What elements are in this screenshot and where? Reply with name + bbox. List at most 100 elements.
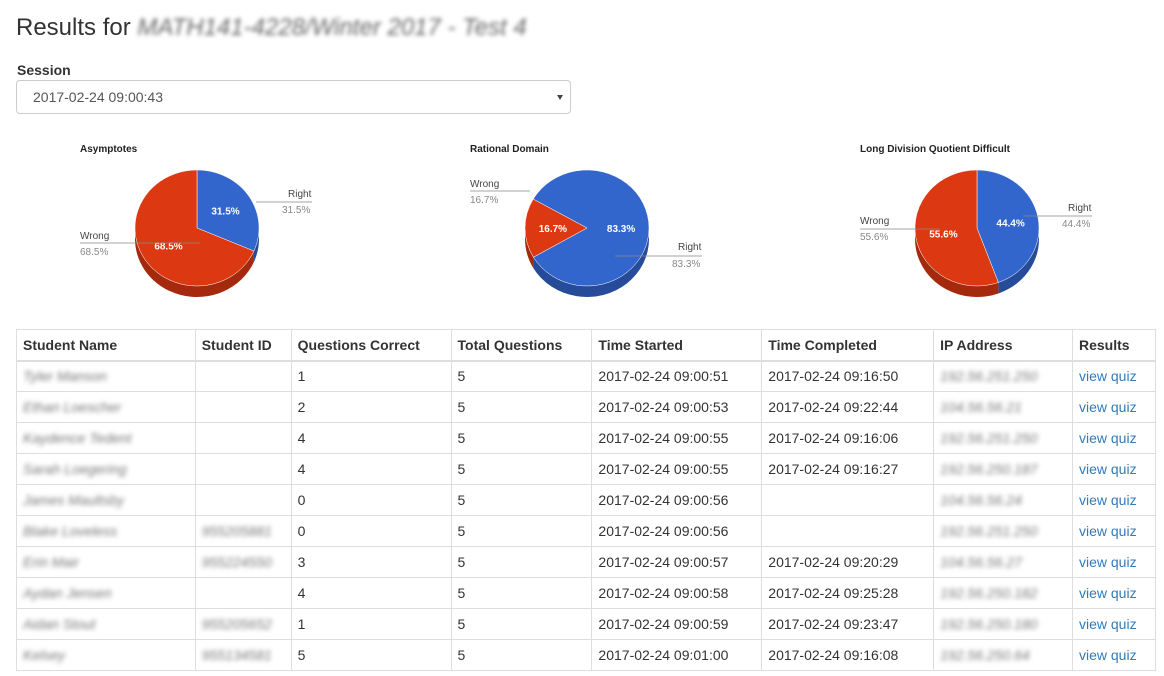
results-cell: view quiz bbox=[1072, 608, 1156, 640]
chart-title: Asymptotes bbox=[80, 144, 138, 155]
student-id-cell bbox=[194, 577, 292, 609]
time-completed-value: 2017-02-24 09:23:47 bbox=[768, 616, 899, 632]
total-questions-cell: 5 bbox=[450, 546, 593, 578]
questions-correct-cell: 1 bbox=[290, 608, 452, 640]
student-id-cell bbox=[194, 391, 292, 423]
col-results-header: Results bbox=[1072, 329, 1156, 362]
pie-chart-asymptotes: Asymptotes31.5%Right31.5%68.5%Wrong68.5% bbox=[80, 144, 312, 297]
session-selected-value: 2017-02-24 09:00:43 bbox=[33, 89, 163, 105]
student-id-value: 955205881 bbox=[201, 523, 272, 539]
view-quiz-link[interactable]: view quiz bbox=[1079, 616, 1137, 632]
total-questions-value: 5 bbox=[457, 554, 466, 570]
total-questions-cell: 5 bbox=[450, 608, 593, 640]
ip-address-cell: 192.56.251.250 bbox=[933, 360, 1073, 392]
total-questions-value: 5 bbox=[457, 461, 466, 477]
session-select[interactable]: 2017-02-24 09:00:43 bbox=[16, 80, 571, 114]
results-table: Student Name Student ID Questions Correct T… bbox=[16, 329, 1156, 671]
student-id-cell: 955205881 bbox=[194, 515, 292, 547]
pie-chart-rational-domain: Rational Domain 83.3% Right 83.3% 16.7% Wrong… bbox=[470, 144, 702, 297]
view-quiz-link[interactable]: view quiz bbox=[1079, 647, 1137, 663]
time-completed-value: 2017-02-24 09:16:06 bbox=[768, 430, 899, 446]
ip-address-cell: 104.56.56.24 bbox=[933, 484, 1073, 516]
student-name-cell: Sarah Loegering bbox=[16, 453, 196, 485]
time-started-cell: 2017-02-24 09:01:00 bbox=[591, 639, 763, 671]
student-name-value: Aidan Stout bbox=[23, 616, 96, 632]
view-quiz-link[interactable]: view quiz bbox=[1079, 523, 1137, 539]
time-completed-cell: 2017-02-24 09:16:50 bbox=[761, 360, 935, 392]
results-cell: view quiz bbox=[1072, 577, 1156, 609]
session-label: Session bbox=[17, 62, 71, 78]
view-quiz-link[interactable]: view quiz bbox=[1079, 554, 1137, 570]
student-name-cell: Aydan Jensen bbox=[16, 577, 196, 609]
student-name-value: Sarah Loegering bbox=[23, 461, 127, 477]
view-quiz-link[interactable]: view quiz bbox=[1079, 430, 1137, 446]
total-questions-value: 5 bbox=[457, 492, 466, 508]
time-completed-cell: 2017-02-24 09:20:29 bbox=[761, 546, 935, 578]
time-started-cell: 2017-02-24 09:00:51 bbox=[591, 360, 763, 392]
slice-percent-label: 83.3% bbox=[672, 259, 700, 270]
ip-address-cell: 104.56.56.21 bbox=[933, 391, 1073, 423]
results-cell: view quiz bbox=[1072, 484, 1156, 516]
course-name: MATH141-4228/Winter 2017 - Test 4 bbox=[137, 14, 527, 41]
view-quiz-link[interactable]: view quiz bbox=[1079, 399, 1137, 415]
col-time-completed-header: Time Completed bbox=[761, 329, 935, 362]
total-questions-cell: 5 bbox=[450, 639, 593, 671]
col-student-name-header: Student Name bbox=[16, 329, 196, 362]
time-started-cell: 2017-02-24 09:00:57 bbox=[591, 546, 763, 578]
student-name-cell: Kelsey bbox=[16, 639, 196, 671]
slice-value-label: 55.6% bbox=[929, 230, 957, 241]
total-questions-cell: 5 bbox=[450, 453, 593, 485]
slice-name-label: Right bbox=[288, 189, 312, 200]
student-name-cell: Ethan Loescher bbox=[16, 391, 196, 423]
view-quiz-link[interactable]: view quiz bbox=[1079, 585, 1137, 601]
student-name-cell: Aidan Stout bbox=[16, 608, 196, 640]
student-name-cell: Tyler Manson bbox=[16, 360, 196, 392]
time-completed-cell: 2017-02-24 09:16:08 bbox=[761, 639, 935, 671]
questions-correct-value: 1 bbox=[297, 616, 306, 632]
time-completed-value: 2017-02-24 09:16:50 bbox=[768, 368, 899, 385]
view-quiz-link[interactable]: view quiz bbox=[1079, 492, 1137, 508]
time-started-value: 2017-02-24 09:00:51 bbox=[598, 368, 729, 385]
student-name-value: Kelsey bbox=[23, 647, 66, 663]
total-questions-value: 5 bbox=[457, 368, 466, 385]
questions-correct-value: 2 bbox=[297, 399, 306, 415]
time-started-value: 2017-02-24 09:00:55 bbox=[598, 461, 729, 477]
total-questions-value: 5 bbox=[457, 585, 466, 601]
slice-name-label: Wrong bbox=[80, 231, 109, 242]
page-title: Results for MATH141-4228/Winter 2017 - T… bbox=[16, 14, 527, 42]
time-completed-value: 2017-02-24 09:20:29 bbox=[768, 554, 899, 570]
questions-correct-cell: 4 bbox=[290, 453, 452, 485]
time-started-cell: 2017-02-24 09:00:59 bbox=[591, 608, 763, 640]
table-header-row: Student Name Student ID Questions Correct T… bbox=[16, 329, 1156, 362]
time-started-value: 2017-02-24 09:00:53 bbox=[598, 399, 729, 415]
student-name-value: Aydan Jensen bbox=[23, 585, 112, 601]
table-body: Tyler Manson 1 5 2017-02-24 09:00:51 2017-02… bbox=[16, 360, 1156, 671]
student-name-value: Kaydence Tedent bbox=[23, 430, 132, 446]
total-questions-value: 5 bbox=[457, 616, 466, 632]
questions-correct-value: 3 bbox=[297, 554, 306, 570]
col-questions-correct-header: Questions Correct bbox=[290, 329, 452, 362]
view-quiz-link[interactable]: view quiz bbox=[1079, 461, 1137, 477]
questions-correct-value: 4 bbox=[297, 461, 306, 477]
questions-correct-cell: 4 bbox=[290, 422, 452, 454]
title-prefix: Results for bbox=[16, 14, 131, 41]
results-cell: view quiz bbox=[1072, 391, 1156, 423]
total-questions-value: 5 bbox=[457, 523, 466, 539]
results-cell: view quiz bbox=[1072, 360, 1156, 392]
results-cell: view quiz bbox=[1072, 453, 1156, 485]
view-quiz-link[interactable]: view quiz bbox=[1079, 368, 1137, 384]
table-row: Kelsey 955134581 5 5 2017-02-24 09:01:00 2017… bbox=[16, 639, 1156, 671]
total-questions-cell: 5 bbox=[450, 484, 593, 516]
results-cell: view quiz bbox=[1072, 639, 1156, 671]
ip-address-cell: 192.56.250.187 bbox=[933, 453, 1073, 485]
questions-correct-value: 4 bbox=[297, 585, 306, 601]
time-started-cell: 2017-02-24 09:00:58 bbox=[591, 577, 763, 609]
dropdown-caret-icon bbox=[557, 95, 563, 100]
time-started-cell: 2017-02-24 09:00:56 bbox=[591, 484, 763, 516]
results-cell: view quiz bbox=[1072, 422, 1156, 454]
questions-correct-cell: 5 bbox=[290, 639, 452, 671]
student-name-value: Ethan Loescher bbox=[23, 399, 122, 415]
ip-address-cell: 192.56.250.180 bbox=[933, 608, 1073, 640]
time-started-value: 2017-02-24 09:00:56 bbox=[598, 492, 729, 508]
col-student-id-header: Student ID bbox=[194, 329, 292, 362]
